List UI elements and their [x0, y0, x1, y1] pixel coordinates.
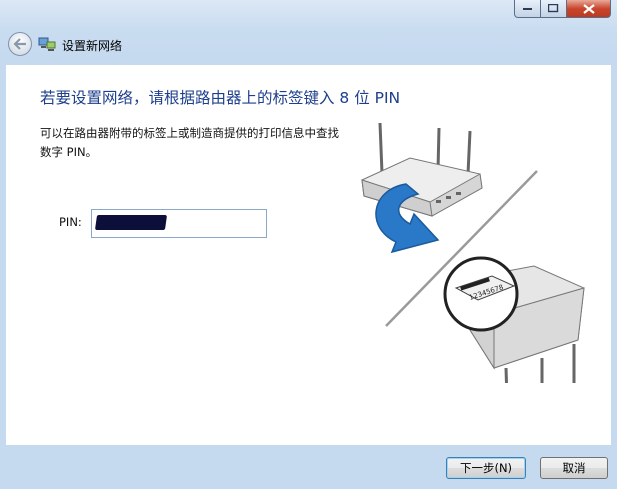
caption-buttons: [514, 0, 611, 18]
maximize-button[interactable]: [541, 0, 567, 18]
pin-input[interactable]: [91, 209, 267, 238]
pin-redaction: [94, 215, 168, 230]
setup-network-window: 设置新网络 若要设置网络，请根据路由器上的标签键入 8 位 PIN 可以在路由器…: [0, 0, 617, 489]
cancel-button[interactable]: 取消: [540, 457, 608, 479]
label-magnifier: 12345678: [443, 256, 519, 332]
close-icon: [582, 3, 595, 14]
router-illustration: 12345678: [361, 122, 585, 383]
content-panel: 若要设置网络，请根据路由器上的标签键入 8 位 PIN 可以在路由器附带的标签上…: [6, 65, 611, 445]
instruction-text: 可以在路由器附带的标签上或制造商提供的打印信息中查找数字 PIN。: [40, 126, 339, 159]
minimize-icon: [522, 7, 532, 10]
footer-bar: 下一步(N) 取消: [0, 445, 617, 489]
page-heading: 若要设置网络，请根据路由器上的标签键入 8 位 PIN: [40, 89, 401, 107]
network-icon: [38, 37, 56, 51]
maximize-icon: [548, 4, 559, 13]
close-button[interactable]: [567, 0, 611, 18]
back-arrow-icon: [13, 38, 26, 50]
pin-label: PIN:: [59, 215, 82, 229]
back-button[interactable]: [8, 32, 32, 56]
next-button[interactable]: 下一步(N): [446, 457, 526, 479]
window-title: 设置新网络: [62, 39, 123, 53]
minimize-button[interactable]: [514, 0, 541, 18]
